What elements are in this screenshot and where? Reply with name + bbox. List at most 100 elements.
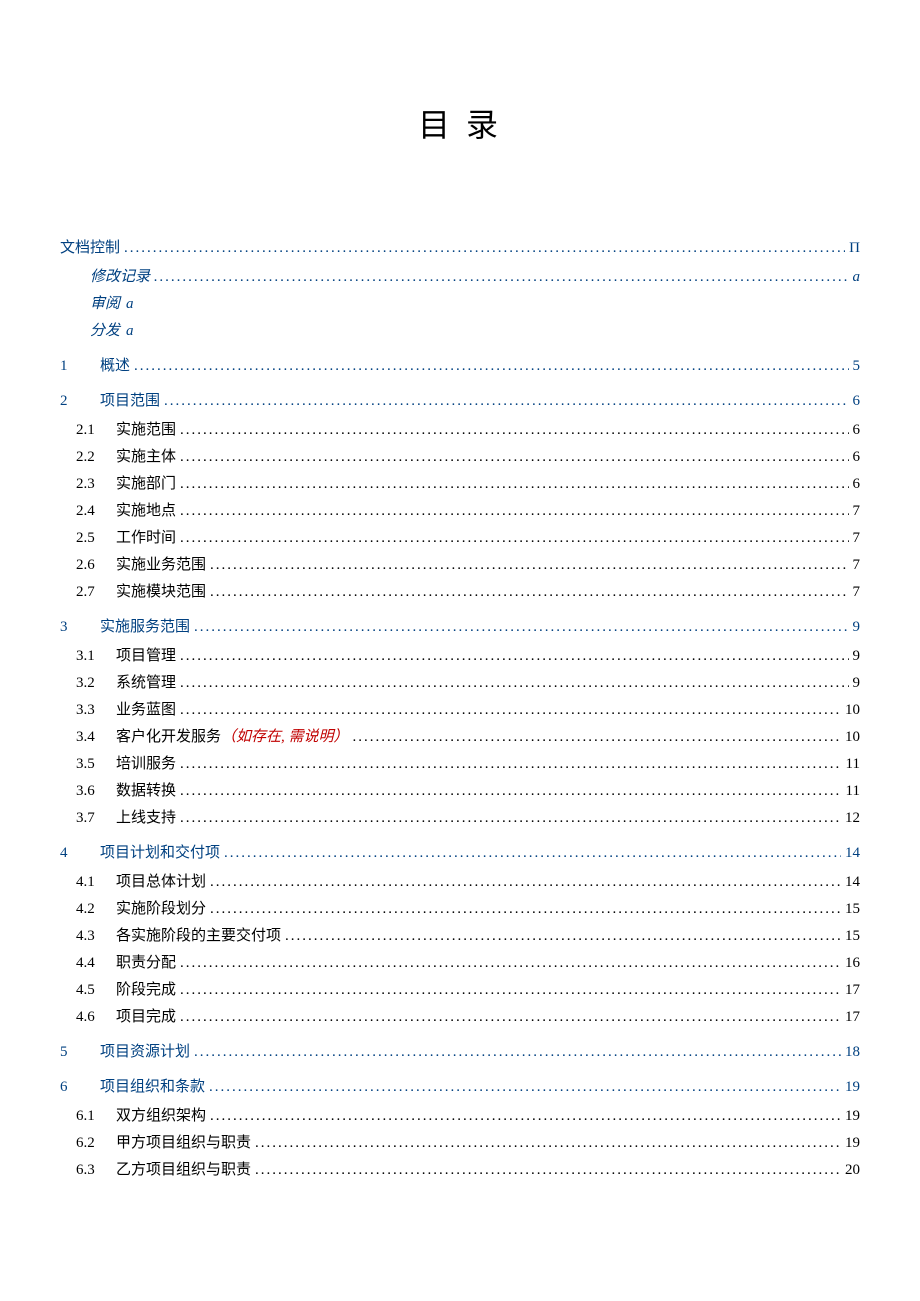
toc-number: 2.1 (76, 422, 116, 439)
toc-entry[interactable]: 2.6实施业务范围 7 (76, 553, 860, 574)
toc-number: 3.7 (76, 810, 116, 827)
toc-entry[interactable]: 3.2系统管理9 (76, 671, 860, 692)
toc-entry[interactable]: 3.5培训服务11 (76, 752, 860, 773)
toc-entry[interactable]: 6.1双方组织架构19 (76, 1104, 860, 1125)
toc-entry[interactable]: 4.2实施阶段划分15 (76, 897, 860, 918)
toc-entry[interactable]: 2.5工作时间7 (76, 526, 860, 547)
toc-entry[interactable]: 4.5阶段完成 17 (76, 978, 860, 999)
toc-leader-dots (255, 1162, 841, 1179)
toc-annotation: （如存在, 需说明） (221, 729, 349, 745)
toc-page: 16 (845, 955, 860, 972)
toc-label: 文档控制 (60, 236, 120, 257)
toc-entry[interactable]: 3.4客户化开发服务（如存在, 需说明）10 (76, 725, 860, 746)
toc-number: 4.5 (76, 982, 116, 999)
toc-page: 7 (853, 584, 861, 601)
toc-number: 6.3 (76, 1162, 116, 1179)
toc-leader-dots (164, 393, 848, 410)
toc-label: 数据转换 (116, 779, 176, 800)
toc-page: 7 (853, 530, 861, 547)
toc-page: 6 (853, 476, 861, 493)
toc-label: 阶段完成 (116, 978, 176, 999)
toc-label: 实施主体 (116, 445, 176, 466)
toc-page: 20 (845, 1162, 860, 1179)
toc-label: 项目完成 (116, 1005, 176, 1026)
toc-entry[interactable]: 4.4职责分配16 (76, 951, 860, 972)
toc-entry[interactable]: 6.3乙方项目组织与职责 20 (76, 1158, 860, 1179)
toc-page: 17 (845, 982, 860, 999)
toc-entry[interactable]: 审阅a (90, 292, 860, 313)
toc-entry[interactable]: 1概述5 (60, 354, 860, 375)
toc-entry[interactable]: 2.7实施模块范围7 (76, 580, 860, 601)
toc-number: 6.1 (76, 1108, 116, 1125)
toc-leader-dots (124, 240, 845, 257)
toc-number: 3 (60, 619, 100, 636)
toc-label: 工作时间 (116, 526, 176, 547)
toc-number: 3.2 (76, 675, 116, 692)
toc-leader-dots (210, 874, 841, 891)
toc-entry[interactable]: 文档控制Π (60, 236, 860, 257)
toc-label: 双方组织架构 (116, 1104, 206, 1125)
toc-label: 实施地点 (116, 499, 176, 520)
toc-leader-dots (180, 648, 848, 665)
toc-page: 14 (845, 874, 860, 891)
toc-number: 6 (60, 1079, 100, 1096)
toc-page: 7 (853, 557, 861, 574)
toc-page: 15 (845, 928, 860, 945)
toc-page: 7 (853, 503, 861, 520)
toc-label: 业务蓝图 (116, 698, 176, 719)
toc-page: 17 (845, 1009, 860, 1026)
toc-entry[interactable]: 5项目资源计划18 (60, 1040, 860, 1061)
toc-label: 乙方项目组织与职责 (116, 1158, 251, 1179)
toc-label: 实施阶段划分 (116, 897, 206, 918)
toc-label: 分发 (90, 319, 120, 340)
toc-leader-dots (353, 729, 841, 746)
toc-entry[interactable]: 3.1项目管理9 (76, 644, 860, 665)
toc-number: 2 (60, 393, 100, 410)
toc-label: 项目计划和交付项 (100, 841, 220, 862)
toc-leader-dots (180, 476, 848, 493)
toc-label: 概述 (100, 354, 130, 375)
toc-entry[interactable]: 4.1项目总体计划14 (76, 870, 860, 891)
toc-number: 4.6 (76, 1009, 116, 1026)
toc-label: 审阅 (90, 292, 120, 313)
toc-leader-dots (194, 1044, 841, 1061)
toc-page: a (126, 323, 134, 340)
toc-entry[interactable]: 3实施服务范围9 (60, 615, 860, 636)
toc-entry[interactable]: 2.4实施地点7 (76, 499, 860, 520)
toc-leader-dots (210, 584, 848, 601)
toc-leader-dots (194, 619, 848, 636)
toc-entry[interactable]: 4.3各实施阶段的主要交付项15 (76, 924, 860, 945)
toc-label: 项目范围 (100, 389, 160, 410)
toc-leader-dots (180, 449, 848, 466)
toc-page: 14 (845, 845, 860, 862)
toc-entry[interactable]: 3.7上线支持12 (76, 806, 860, 827)
toc-number: 2.6 (76, 557, 116, 574)
toc-entry[interactable]: 6项目组织和条款19 (60, 1075, 860, 1096)
toc-entry[interactable]: 2.1实施范围6 (76, 418, 860, 439)
toc-leader-dots (180, 702, 841, 719)
toc-leader-dots (255, 1135, 841, 1152)
page-title: 目 录 (60, 100, 860, 146)
toc-entry[interactable]: 修改记录a (90, 265, 860, 286)
toc-number: 3.1 (76, 648, 116, 665)
toc-page: 5 (853, 358, 861, 375)
toc-entry[interactable]: 分发 a (90, 319, 860, 340)
toc-label: 修改记录 (90, 265, 150, 286)
toc-entry[interactable]: 2项目范围6 (60, 389, 860, 410)
toc-page: 6 (853, 422, 861, 439)
toc-entry[interactable]: 6.2甲方项目组织与职责19 (76, 1131, 860, 1152)
toc-entry[interactable]: 4.6项目完成 17 (76, 1005, 860, 1026)
toc-label: 实施业务范围 (116, 553, 206, 574)
toc-number: 4.3 (76, 928, 116, 945)
toc-label: 培训服务 (116, 752, 176, 773)
toc-entry[interactable]: 3.3业务蓝图10 (76, 698, 860, 719)
toc-entry[interactable]: 2.3实施部门6 (76, 472, 860, 493)
toc-number: 6.2 (76, 1135, 116, 1152)
table-of-contents: 文档控制Π修改记录a审阅a分发a1概述52项目范围62.1实施范围62.2实施主… (60, 236, 860, 1179)
toc-leader-dots (180, 530, 848, 547)
toc-entry[interactable]: 2.2实施主体6 (76, 445, 860, 466)
toc-page: 19 (845, 1079, 860, 1096)
toc-label: 项目管理 (116, 644, 176, 665)
toc-entry[interactable]: 4项目计划和交付项14 (60, 841, 860, 862)
toc-entry[interactable]: 3.6数据转换11 (76, 779, 860, 800)
